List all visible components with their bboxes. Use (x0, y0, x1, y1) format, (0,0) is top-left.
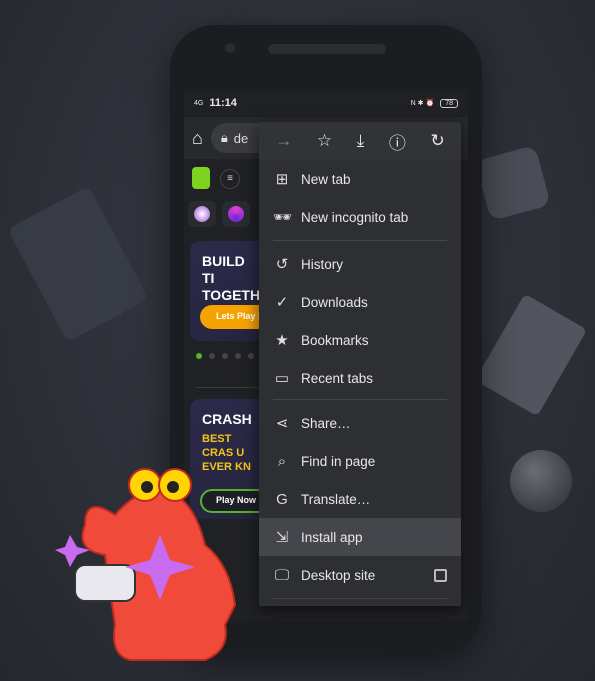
network-indicator: 4G (194, 99, 204, 107)
download-icon[interactable]: ⤓ (357, 131, 365, 151)
home-icon[interactable]: ⌂ (192, 128, 203, 149)
menu-item-downloads[interactable]: ✓ Downloads (259, 283, 461, 321)
banner-title: BUILD TI TOGETH (202, 253, 261, 303)
divider (273, 598, 447, 599)
forward-icon[interactable]: → (275, 131, 292, 151)
dice-decoration (475, 145, 551, 221)
menu-item-desktop-site[interactable]: 🖵︎ Desktop site (259, 556, 461, 594)
battery-indicator: 78 (440, 98, 458, 108)
refresh-icon[interactable]: ↻ (430, 131, 444, 151)
desktop-icon: 🖵︎ (274, 566, 290, 584)
dragon-mascot (55, 468, 237, 661)
incognito-icon: 🕶︎ (273, 209, 293, 226)
site-logo[interactable] (192, 167, 210, 189)
lock-icon: 🔒︎ (220, 130, 228, 145)
status-bar: 4G 11:14 N ✱ ⏰ 78 (184, 89, 468, 117)
menu-item-recent-tabs[interactable]: ▭ Recent tabs (259, 359, 461, 397)
menu-item-find-in-page[interactable]: ⌕ Find in page (259, 442, 461, 480)
menu-item-new-tab[interactable]: ⊞ New tab (259, 160, 461, 198)
divider (273, 399, 447, 400)
status-icons: N ✱ ⏰ (410, 100, 435, 107)
devices-icon: ▭ (274, 370, 290, 387)
find-icon: ⌕ (277, 452, 287, 470)
share-icon: ⋖ (275, 415, 289, 432)
category-chip[interactable] (222, 201, 250, 227)
bookmark-star-icon[interactable]: ☆ (317, 131, 332, 151)
divider (273, 240, 447, 241)
star-icon: ★ (275, 332, 289, 349)
carousel-dots[interactable] (196, 353, 254, 359)
menu-item-translate[interactable]: G Translate… (259, 480, 461, 518)
history-icon: ↺ (275, 256, 289, 273)
category-chip[interactable] (188, 201, 216, 227)
url-text: de (233, 130, 249, 146)
menu-item-bookmarks[interactable]: ★ Bookmarks (259, 321, 461, 359)
menu-item-history[interactable]: ↺ History (259, 245, 461, 283)
info-icon[interactable]: ⓘ (389, 129, 406, 154)
menu-item-new-incognito-tab[interactable]: 🕶︎ New incognito tab (259, 198, 461, 236)
menu-item-share[interactable]: ⋖ Share… (259, 404, 461, 442)
translate-icon: G (276, 490, 288, 508)
browser-menu: → ☆ ⤓ ⓘ ↻ ⊞ New tab 🕶︎ New incognito tab ↺… (259, 122, 461, 606)
status-time: 11:14 (209, 97, 237, 109)
spade-card-decoration (474, 293, 588, 417)
menu-toolbar: → ☆ ⤓ ⓘ ↻ (259, 122, 461, 160)
install-icon: ⇲ (275, 529, 289, 546)
menu-item-install-app[interactable]: ⇲ Install app (259, 518, 461, 556)
desktop-site-checkbox[interactable] (434, 568, 447, 582)
new-tab-icon: ⊞ (275, 171, 289, 188)
playing-card-decoration (7, 185, 149, 343)
site-menu-button[interactable]: ≡ (220, 169, 240, 189)
speaker (268, 44, 386, 54)
downloads-icon: ✓ (275, 294, 289, 311)
ball-decoration (510, 450, 572, 512)
camera (225, 43, 235, 53)
